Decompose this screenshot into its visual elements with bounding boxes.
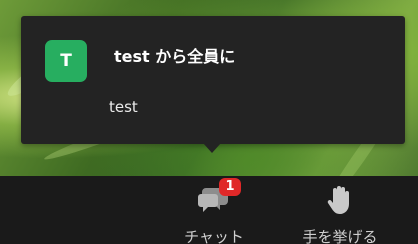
raise-hand-icon	[326, 184, 354, 220]
sender-avatar: T	[45, 40, 87, 82]
popover-pointer	[203, 143, 221, 153]
chat-unread-badge: 1	[219, 178, 241, 196]
chat-button-label: チャット	[184, 228, 244, 244]
sender-line: test から全員に	[114, 47, 236, 66]
raise-hand-button[interactable]: 手を挙げる	[290, 176, 390, 244]
message-text: test	[109, 98, 138, 116]
raise-hand-button-label: 手を挙げる	[302, 228, 378, 244]
meeting-toolbar: チャット 手を挙げる	[0, 176, 418, 244]
chat-notification-popover[interactable]: T test から全員に test	[21, 16, 405, 144]
meeting-window: T test から全員に test チャット 手を挙げる 1	[0, 0, 418, 244]
